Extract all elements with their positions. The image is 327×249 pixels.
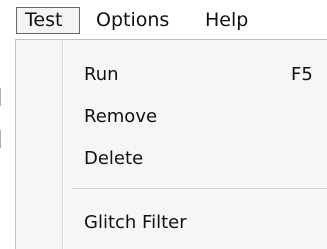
menu-help-label: Help bbox=[205, 9, 249, 31]
menu-test-label: Test bbox=[25, 9, 63, 31]
menu-item-delete-label: Delete bbox=[84, 148, 144, 169]
menu-separator bbox=[72, 188, 327, 189]
menu-item-run[interactable]: Run F5 bbox=[64, 55, 327, 95]
menu-item-glitch-filter-label: Glitch Filter bbox=[84, 212, 187, 233]
test-menu-dropdown: Run F5 Remove Delete Glitch Filter bbox=[15, 39, 327, 249]
menu-item-run-label: Run bbox=[84, 64, 119, 85]
menu-item-run-shortcut: F5 bbox=[291, 64, 313, 85]
menu-options-label: Options bbox=[96, 9, 170, 31]
background-window-edge bbox=[0, 88, 1, 106]
background-window-edge bbox=[0, 130, 1, 148]
menu-test[interactable]: Test bbox=[16, 7, 80, 34]
menu-bar: Test Options Help bbox=[0, 0, 327, 40]
menu-item-delete[interactable]: Delete bbox=[64, 139, 327, 179]
menu-options[interactable]: Options bbox=[96, 7, 169, 34]
menu-item-remove[interactable]: Remove bbox=[64, 97, 327, 137]
menu-item-remove-label: Remove bbox=[84, 106, 158, 127]
menu-icon-gutter bbox=[16, 40, 62, 249]
menu-help[interactable]: Help bbox=[205, 7, 248, 34]
menu-item-glitch-filter[interactable]: Glitch Filter bbox=[64, 203, 327, 243]
